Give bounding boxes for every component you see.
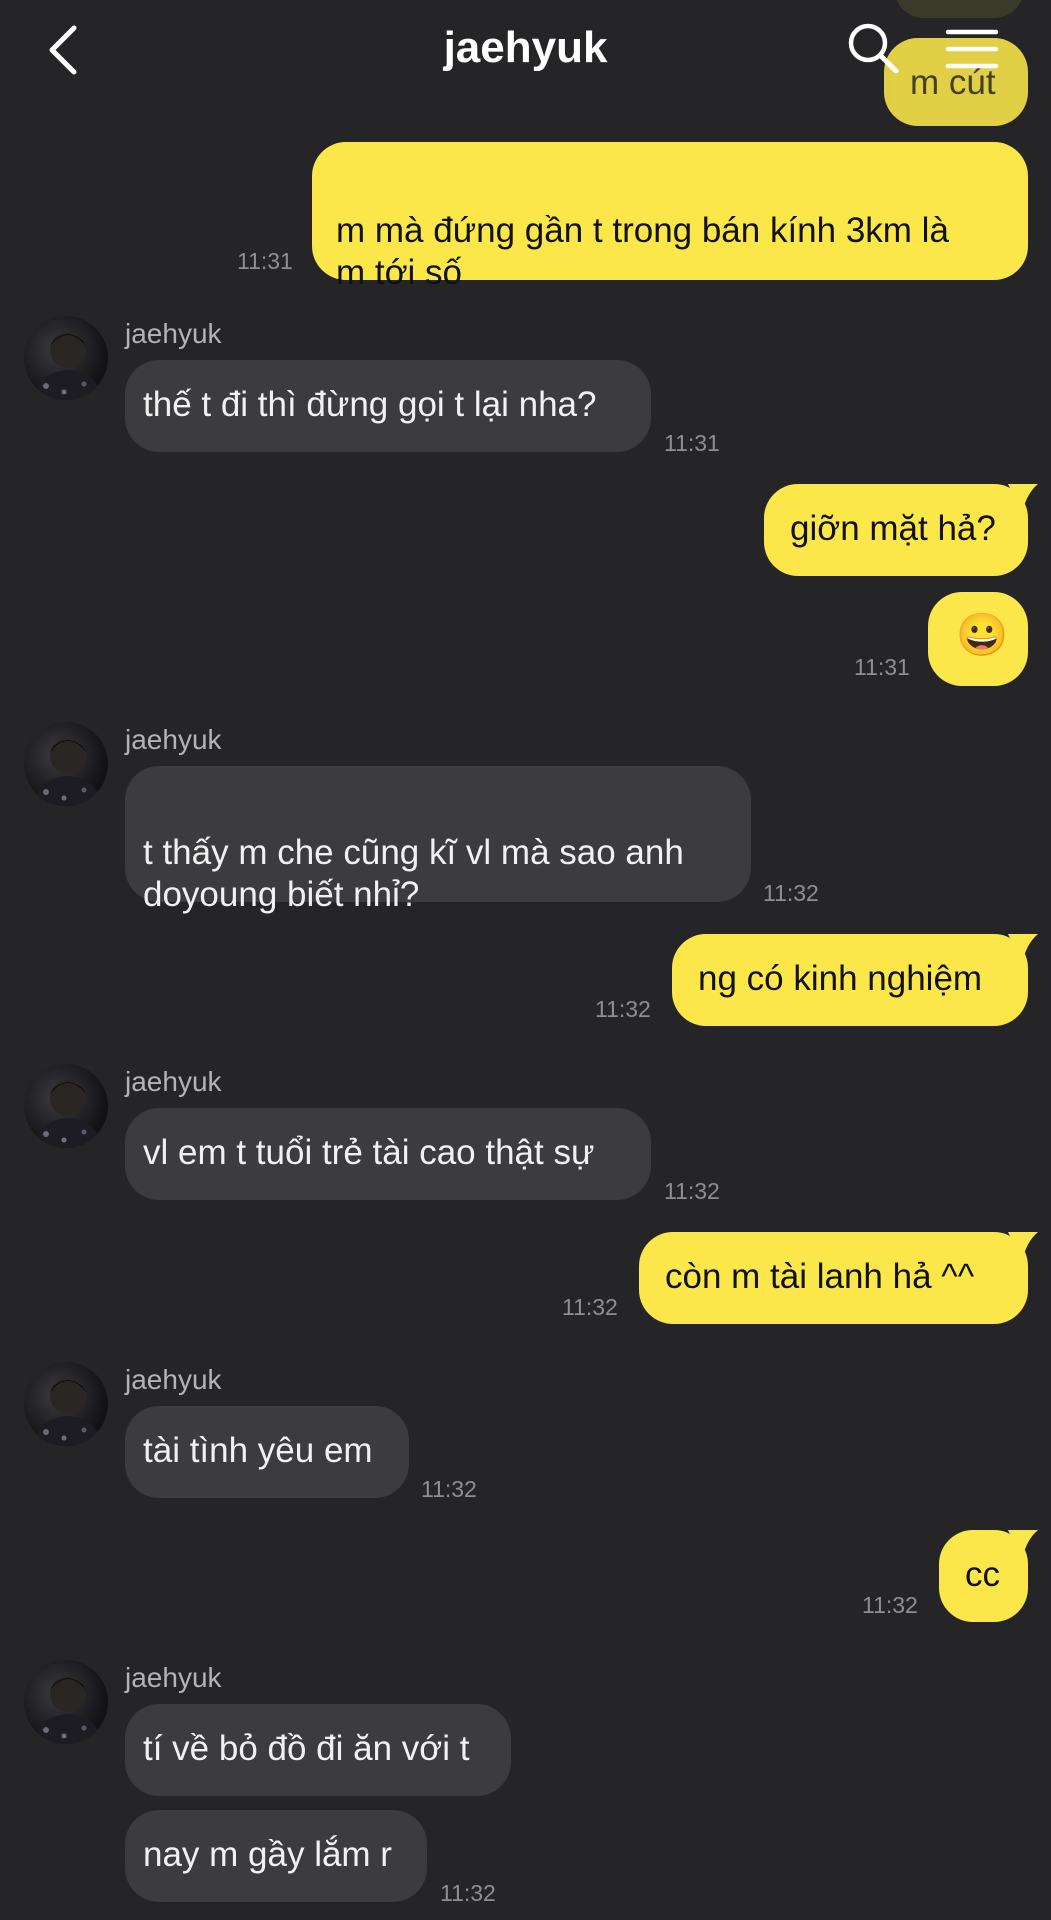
avatar[interactable] [24, 1064, 108, 1148]
message-text: tí về bỏ đồ đi ăn với t [143, 1729, 470, 1768]
outgoing-bubble[interactable]: m mà đứng gần t trong bán kính 3km là m … [312, 142, 1028, 292]
message-time: 11:32 [421, 1476, 477, 1502]
bubble-tail [1008, 934, 1038, 964]
bubble-tail [1008, 1232, 1038, 1262]
message-time: 11:32 [763, 880, 819, 906]
incoming-bubble[interactable]: vl em t tuổi trẻ tài cao thật sự [125, 1108, 651, 1200]
incoming-bubble[interactable]: thế t đi thì đừng gọi t lại nha? [125, 360, 651, 452]
message-time: 11:32 [440, 1880, 496, 1906]
outgoing-bubble[interactable]: 😀 [928, 592, 1028, 686]
sender-name: jaehyuk [125, 1662, 222, 1693]
message-text: thế t đi thì đừng gọi t lại nha? [143, 385, 597, 424]
bubble-tail [1008, 1530, 1038, 1560]
incoming-bubble[interactable]: tài tình yêu em [125, 1406, 409, 1498]
message-time: 11:32 [862, 1592, 918, 1618]
incoming-bubble[interactable]: t thấy m che cũng kĩ vl mà sao anh doyou… [125, 766, 751, 914]
message-time: 11:32 [595, 996, 651, 1022]
sender-name: jaehyuk [125, 724, 222, 755]
message-time: 11:32 [562, 1294, 618, 1320]
message-text: còn m tài lanh hả ^^ [665, 1257, 975, 1296]
message-time: 11:31 [664, 430, 720, 456]
outgoing-bubble[interactable]: giỡn mặt hả? [764, 484, 1028, 576]
message-text: m mà đứng gần t trong bán kính 3km là m … [336, 211, 949, 292]
avatar[interactable] [24, 1362, 108, 1446]
sender-name: jaehyuk [125, 1364, 222, 1395]
message-text: ng có kinh nghiệm [698, 959, 983, 998]
incoming-bubble[interactable]: nay m gầy lắm r [125, 1810, 427, 1902]
avatar[interactable] [24, 722, 108, 806]
sender-name: jaehyuk [125, 318, 222, 349]
incoming-bubble[interactable]: tí về bỏ đồ đi ăn với t [125, 1704, 511, 1796]
avatar[interactable] [24, 316, 108, 400]
menu-icon[interactable] [942, 24, 1002, 74]
outgoing-bubble[interactable]: còn m tài lanh hả ^^ [639, 1232, 1028, 1324]
message-text: cc [965, 1555, 1000, 1594]
chat-header: jaehyuk [0, 0, 1051, 100]
message-text: nay m gầy lắm r [143, 1835, 392, 1874]
message-text: giỡn mặt hả? [790, 509, 996, 548]
message-text: t thấy m che cũng kĩ vl mà sao anh doyou… [143, 833, 684, 914]
emoji-grinning: 😀 [956, 611, 1009, 658]
sender-name: jaehyuk [125, 1066, 222, 1097]
bubble-tail [1008, 484, 1038, 514]
search-icon[interactable] [845, 20, 901, 76]
message-text: tài tình yêu em [143, 1431, 373, 1470]
message-time: 11:31 [237, 248, 293, 274]
message-time: 11:31 [854, 654, 910, 680]
message-text: vl em t tuổi trẻ tài cao thật sự [143, 1133, 595, 1172]
outgoing-bubble[interactable]: ng có kinh nghiệm [672, 934, 1028, 1026]
message-time: 11:32 [664, 1178, 720, 1204]
avatar[interactable] [24, 1660, 108, 1744]
